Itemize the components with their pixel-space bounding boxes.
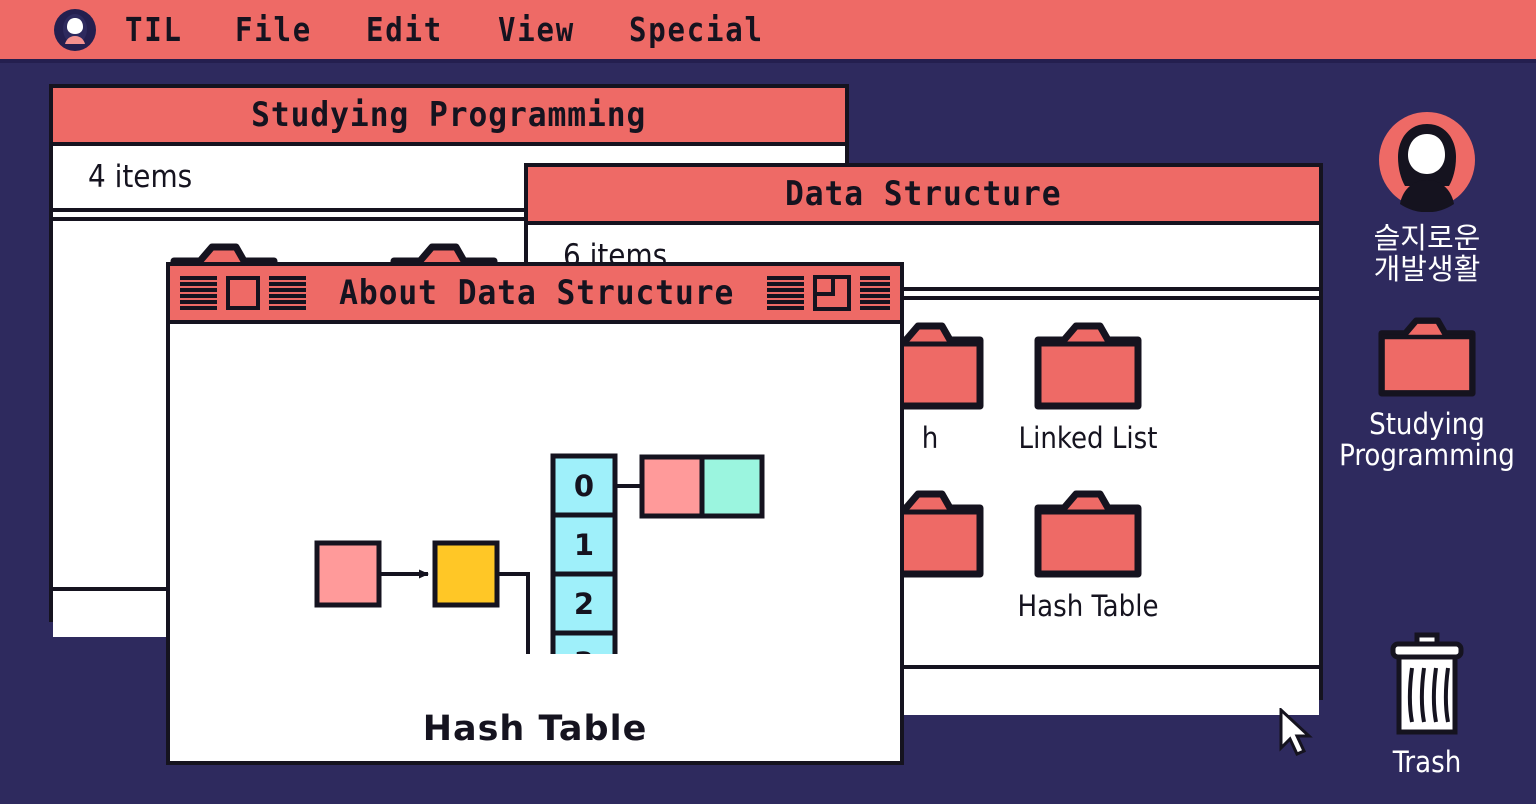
desktop-icon-label: Studying Programming — [1339, 407, 1515, 472]
menu-item-special[interactable]: Special — [629, 13, 764, 46]
data-structure-title: Data Structure — [785, 174, 1062, 214]
desktop-icon-studying-programming[interactable]: Studying Programming — [1327, 316, 1527, 470]
folder-icon — [1034, 490, 1142, 578]
arrow-cursor — [1279, 708, 1313, 756]
desktop-icon-trash[interactable]: Trash — [1327, 632, 1527, 778]
svg-text:3: 3 — [574, 646, 594, 654]
title-stripes-right — [859, 276, 890, 310]
desktop-icon-label: Trash — [1392, 745, 1462, 779]
data-structure-titlebar[interactable]: Data Structure — [528, 167, 1319, 225]
desktop-icon-label: 슬지로운 개발생활 — [1373, 221, 1481, 286]
folder-icon — [1034, 322, 1142, 410]
trash-icon — [1390, 632, 1464, 735]
window-about-data-structure[interactable]: About Data Structure 0 1 2 Hash Table — [166, 262, 904, 765]
about-content: 0 1 2 3 Hash Table — [170, 324, 900, 761]
list-item-label: Linked List — [1018, 421, 1158, 455]
avatar-logo-icon[interactable] — [53, 8, 97, 52]
about-title: About Data Structure — [338, 273, 734, 313]
menu-item-til[interactable]: TIL — [125, 13, 183, 46]
menu-item-view[interactable]: View — [498, 13, 575, 46]
studying-programming-title: Studying Programming — [251, 95, 647, 135]
desktop-icon-avatar[interactable]: 슬지로운 개발생활 — [1327, 108, 1527, 284]
title-stripes-right-inner — [767, 276, 804, 310]
list-item[interactable]: Linked List — [1003, 322, 1173, 455]
folder-icon — [1378, 317, 1476, 397]
hash-table-diagram: 0 1 2 3 — [314, 453, 765, 654]
menu-item-file[interactable]: File — [235, 13, 312, 46]
close-box[interactable] — [225, 276, 260, 310]
studying-programming-titlebar[interactable]: Studying Programming — [53, 88, 845, 146]
list-item-label: Hash Table — [1017, 589, 1159, 623]
about-titlebar[interactable]: About Data Structure — [170, 266, 900, 324]
zoom-box[interactable] — [812, 275, 851, 311]
list-item[interactable]: Hash Table — [1003, 490, 1173, 623]
menu-bar: TIL File Edit View Special — [0, 0, 1536, 63]
svg-text:0: 0 — [574, 469, 594, 503]
diagram-caption: Hash Table — [422, 709, 648, 749]
title-stripes-left-inner — [268, 276, 306, 310]
svg-text:1: 1 — [574, 528, 594, 562]
avatar-icon — [1379, 112, 1475, 213]
svg-text:2: 2 — [574, 587, 594, 621]
title-stripes-left — [180, 276, 217, 310]
menu-item-edit[interactable]: Edit — [366, 13, 443, 46]
